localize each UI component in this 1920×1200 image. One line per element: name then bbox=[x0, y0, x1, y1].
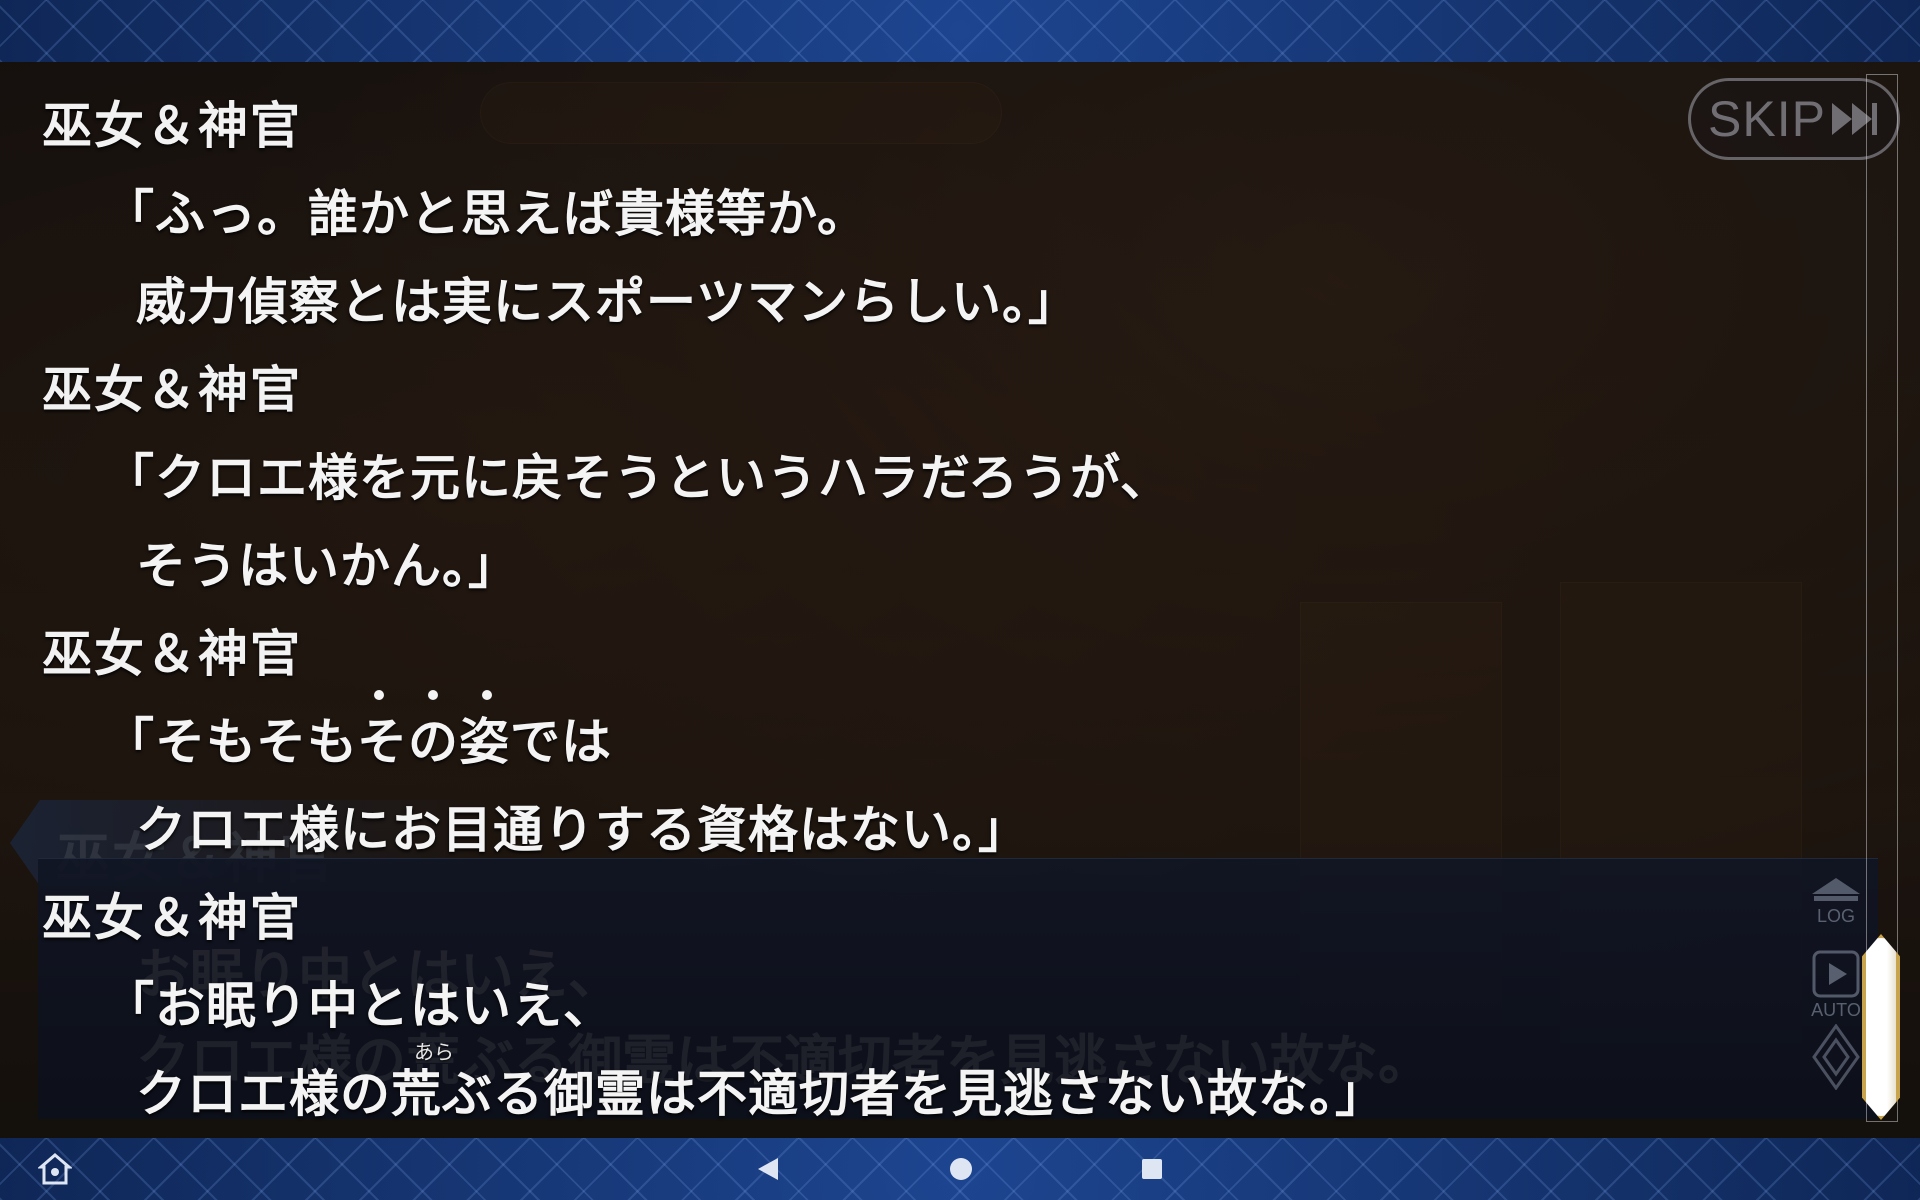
log-speaker-3: 巫女＆神官 bbox=[42, 625, 302, 683]
log-speaker-4: 巫女＆神官 bbox=[42, 889, 302, 947]
emphasis-dot bbox=[482, 690, 492, 700]
log-line-2-2: そうはいかん。」 bbox=[136, 537, 519, 595]
status-bar bbox=[0, 0, 1920, 62]
log-scrollbar-thumb[interactable] bbox=[1862, 934, 1900, 1120]
skip-label: SKIP bbox=[1708, 91, 1826, 147]
log-button[interactable]: LOG bbox=[1806, 906, 1866, 927]
log-line-3-2: クロエ様にお目通りする資格はない。」 bbox=[136, 801, 1029, 859]
emphasis-dot bbox=[374, 690, 384, 700]
game-screen[interactable]: 巫女＆神官 お眠り中とはいえ、 クロエ様の荒ぶる御霊は不適切者を見逃さない故な。… bbox=[0, 62, 1920, 1138]
log-up-icon bbox=[1812, 878, 1860, 901]
log-line-1-2: 威力偵察とは実にスポーツマンらしい。」 bbox=[136, 273, 1079, 331]
emphasis-dot bbox=[428, 690, 438, 700]
log-line-1-1: 「ふっ。誰かと思えば貴様等か。 bbox=[104, 185, 868, 243]
recents-square-icon[interactable] bbox=[1140, 1157, 1164, 1181]
log-line-4-1: 「お眠り中とはいえ、 bbox=[104, 977, 614, 1035]
log-line-4-2: クロエ様の荒ぶる御霊は不適切者を見逃さない故な。」 bbox=[136, 1065, 1386, 1123]
back-triangle-icon[interactable] bbox=[756, 1156, 780, 1182]
home-circle-icon[interactable] bbox=[948, 1156, 974, 1182]
auto-button[interactable]: AUTO bbox=[1806, 1000, 1866, 1021]
home-icon[interactable] bbox=[38, 1152, 72, 1186]
play-icon bbox=[1812, 950, 1860, 998]
log-line-3-1: 「そもそもその姿では bbox=[104, 713, 612, 771]
diamond-icon[interactable] bbox=[1812, 1024, 1860, 1090]
log-speaker-2: 巫女＆神官 bbox=[42, 361, 302, 419]
log-speaker-1: 巫女＆神官 bbox=[42, 97, 302, 155]
log-line-2-1: 「クロエ様を元に戻そうというハラだろうが、 bbox=[104, 449, 1171, 507]
navigation-bar bbox=[0, 1138, 1920, 1200]
